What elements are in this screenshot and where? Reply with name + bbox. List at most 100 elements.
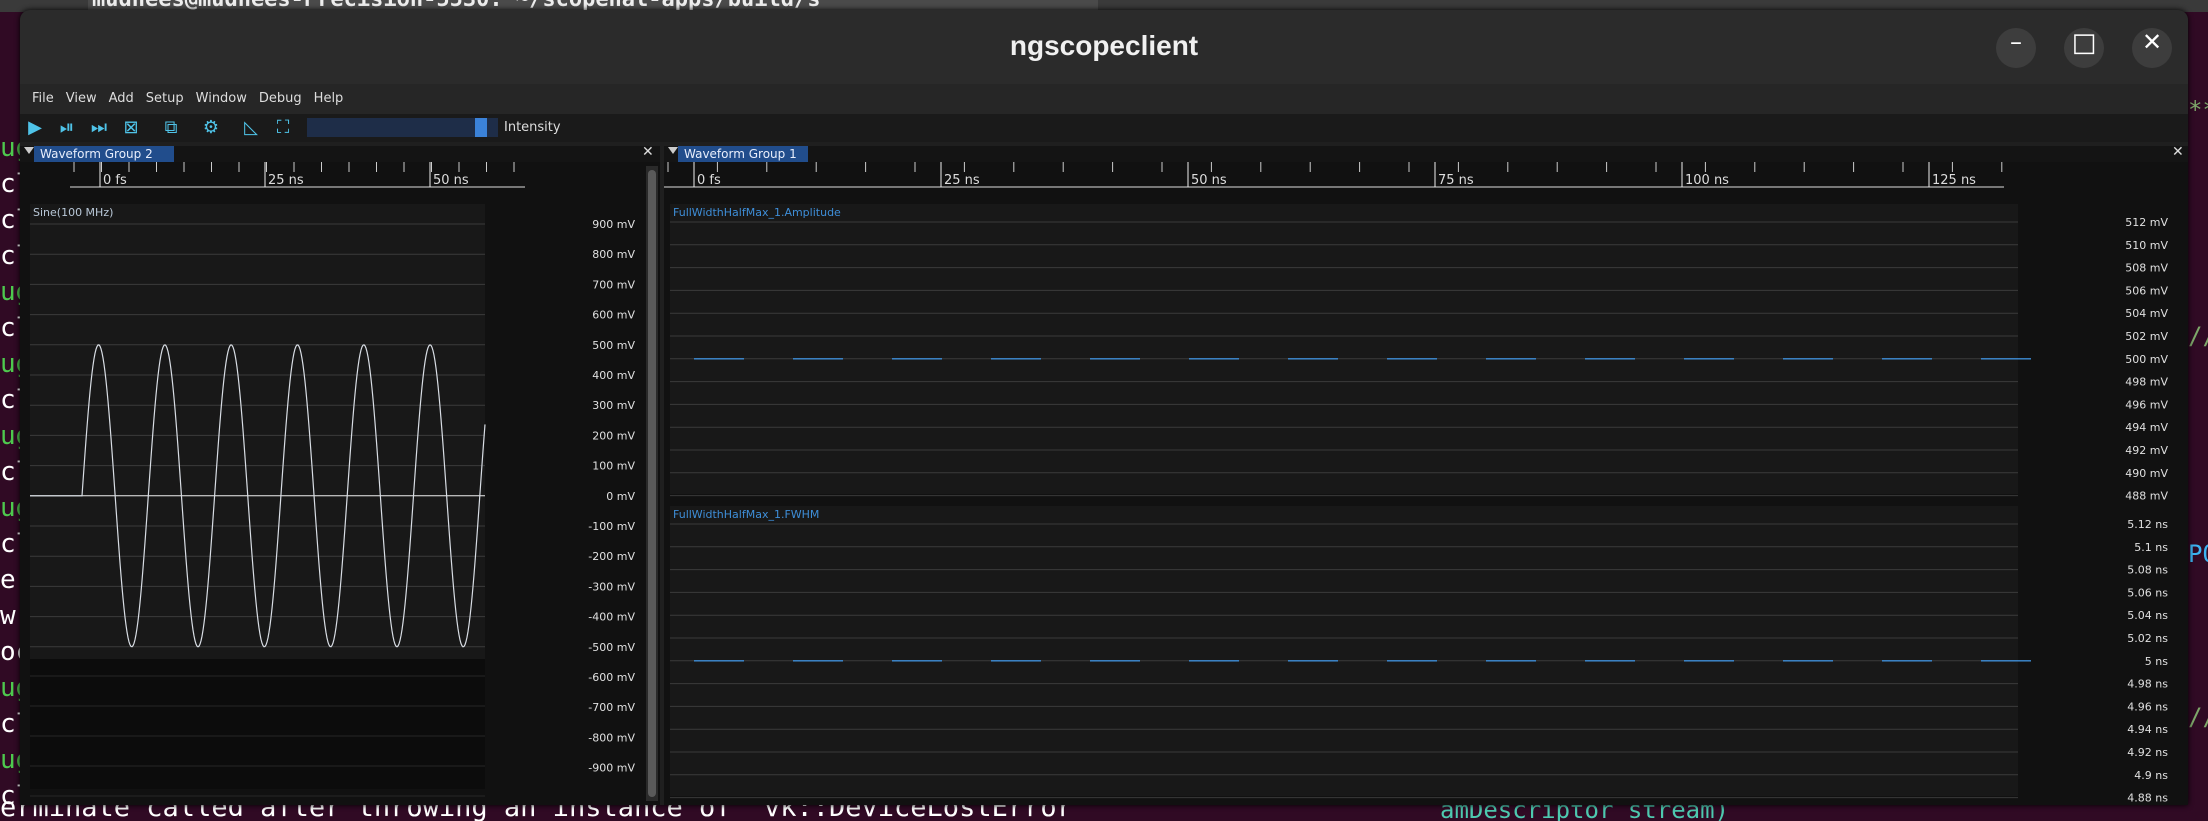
y-axis-label: 4.92 ns <box>2127 746 2168 759</box>
menu-add[interactable]: Add <box>103 84 140 114</box>
intensity-slider-thumb[interactable] <box>475 118 487 137</box>
terminal-fragment: cl <box>0 709 20 739</box>
y-axis-label: 900 mV <box>592 218 635 231</box>
tab-waveform-group-2[interactable]: Waveform Group 2 <box>34 146 174 162</box>
group-1-canvas[interactable]: 0 fs 25 ns 50 ns 75 ns 100 ns 125 ns FullWidth… <box>664 162 2188 805</box>
group-menu-icon[interactable] <box>24 147 34 154</box>
timeline[interactable]: 0 fs 25 ns 50 ns 75 ns 100 ns 125 ns <box>664 162 2004 188</box>
waveform-group-2[interactable]: Waveform Group 2 ✕ 0 fs 25 ns 50 ns Sine(10… <box>20 144 660 805</box>
y-axis-label: -100 mV <box>588 520 635 533</box>
y-axis-label: 5.02 ns <box>2127 632 2168 645</box>
timeline-label: 25 ns <box>944 173 980 188</box>
menu-bar: File View Add Setup Window Debug Help <box>20 84 2188 114</box>
terminal-fragment: // <box>2188 322 2208 350</box>
y-axis-label: 498 mV <box>2125 376 2168 389</box>
waveform-group-1[interactable]: Waveform Group 1 ✕ 0 fs 25 ns 50 ns 75 ns 10… <box>664 144 2188 805</box>
y-axis-label: 496 mV <box>2125 398 2168 411</box>
terminal-fragment: ug <box>0 493 20 523</box>
intensity-label: Intensity <box>504 120 561 135</box>
terminal-fragment: ug <box>0 277 20 307</box>
terminal-fragment: ug <box>0 745 20 775</box>
y-axis-label: -800 mV <box>588 731 635 744</box>
plot-area[interactable]: FullWidthHalfMax_1.FWHM 5.12 ns 5.1 ns 5.08… <box>670 506 2168 805</box>
window-title: ngscopeclient <box>1009 30 1199 61</box>
y-axis-label: 5.1 ns <box>2134 541 2168 554</box>
run-icon[interactable]: ▶ <box>24 117 46 139</box>
y-axis-label: 5.04 ns <box>2127 609 2168 622</box>
y-axis-label: 500 mV <box>592 339 635 352</box>
y-axis-label: 700 mV <box>592 278 635 291</box>
terminal-fragment: cl <box>0 385 20 415</box>
group-header: Waveform Group 2 ✕ <box>20 144 660 162</box>
menu-debug[interactable]: Debug <box>253 84 308 114</box>
timeline-label: 25 ns <box>268 173 304 188</box>
close-icon[interactable]: ✕ <box>2172 144 2184 160</box>
maximize-button[interactable]: □ <box>2064 28 2104 68</box>
tab-waveform-group-1[interactable]: Waveform Group 1 <box>678 146 808 162</box>
menu-view[interactable]: View <box>60 84 103 114</box>
y-axis-label: 0 mV <box>606 490 635 503</box>
y-axis-label: 510 mV <box>2125 239 2168 252</box>
menu-window[interactable]: Window <box>190 84 253 114</box>
scrollbar[interactable] <box>646 166 658 801</box>
y-axis-label: 200 mV <box>592 429 635 442</box>
timeline-label: 125 ns <box>1932 173 1976 188</box>
group-2-canvas[interactable]: 0 fs 25 ns 50 ns Sine(100 MHz) 900 mV 800 mV 7… <box>20 162 660 805</box>
close-button[interactable]: ✕ <box>2132 28 2172 68</box>
fullscreen-icon[interactable]: ⛶ <box>272 117 294 139</box>
timeline-label: 0 fs <box>103 173 127 188</box>
y-axis-label: 502 mV <box>2125 330 2168 343</box>
y-axis-label: 490 mV <box>2125 467 2168 480</box>
toolbar: ▶ ⏯ ⏭ ⊠ ⧉ ⚙ ◺ ⛶ Intensity <box>20 114 2188 142</box>
menu-setup[interactable]: Setup <box>140 84 190 114</box>
y-axis-label: -700 mV <box>588 701 635 714</box>
terminal-fragment: oc <box>0 637 20 667</box>
terminal-fragment: w <box>0 601 16 631</box>
terminal-fragment: cl <box>0 457 20 487</box>
measure-icon[interactable]: ◺ <box>240 117 262 139</box>
timeline-label: 100 ns <box>1685 173 1729 188</box>
minimize-button[interactable]: – <box>1996 28 2036 68</box>
y-axis-label: 5.06 ns <box>2127 586 2168 599</box>
y-axis-label: 488 mV <box>2125 490 2168 503</box>
title-bar[interactable]: ngscopeclient – □ ✕ <box>20 10 2188 84</box>
y-axis-label: 800 mV <box>592 248 635 261</box>
terminal-fragment: ** <box>2188 96 2208 124</box>
timeline-label: 0 fs <box>697 173 721 188</box>
stop-icon[interactable]: ⊠ <box>120 117 142 139</box>
menu-file[interactable]: File <box>26 84 60 114</box>
y-axis-label: 4.98 ns <box>2127 678 2168 691</box>
terminal-fragment: PO <box>2188 540 2208 568</box>
y-axis-label: 492 mV <box>2125 444 2168 457</box>
y-axis-label: -400 mV <box>588 611 635 624</box>
timeline[interactable]: 0 fs 25 ns 50 ns <box>70 162 525 188</box>
y-axis-label: 500 mV <box>2125 353 2168 366</box>
y-axis-label: 504 mV <box>2125 307 2168 320</box>
menu-help[interactable]: Help <box>308 84 350 114</box>
plot-area[interactable]: FullWidthHalfMax_1.Amplitude 512 mV 510 mV… <box>670 204 2168 503</box>
y-axis-label: -600 mV <box>588 671 635 684</box>
terminal-fragment: ug <box>0 133 20 163</box>
intensity-slider[interactable] <box>307 118 498 137</box>
y-axis-label: 4.96 ns <box>2127 700 2168 713</box>
y-axis-label: -300 mV <box>588 580 635 593</box>
single-step-icon[interactable]: ⏯ <box>56 117 78 139</box>
group-header: Waveform Group 1 ✕ <box>664 144 2188 162</box>
timeline-label: 50 ns <box>1191 173 1227 188</box>
terminal-fragment: ug <box>0 349 20 379</box>
y-axis-label: 494 mV <box>2125 421 2168 434</box>
group-menu-icon[interactable] <box>668 147 678 154</box>
terminal-fragment: cl <box>0 205 20 235</box>
y-axis-label: 506 mV <box>2125 284 2168 297</box>
terminal-fragment: cl <box>0 169 20 199</box>
close-icon[interactable]: ✕ <box>642 144 654 160</box>
y-axis-label: 508 mV <box>2125 262 2168 275</box>
y-axis-label: 4.9 ns <box>2134 769 2168 782</box>
y-axis-label: 400 mV <box>592 369 635 382</box>
plot-label: FullWidthHalfMax_1.Amplitude <box>673 206 841 219</box>
force-trigger-icon[interactable]: ⏭ <box>88 117 110 139</box>
history-icon[interactable]: ⧉ <box>160 117 182 139</box>
settings-icon[interactable]: ⚙ <box>200 117 222 139</box>
timeline-label: 75 ns <box>1438 173 1474 188</box>
y-axis-label: 4.88 ns <box>2127 792 2168 805</box>
